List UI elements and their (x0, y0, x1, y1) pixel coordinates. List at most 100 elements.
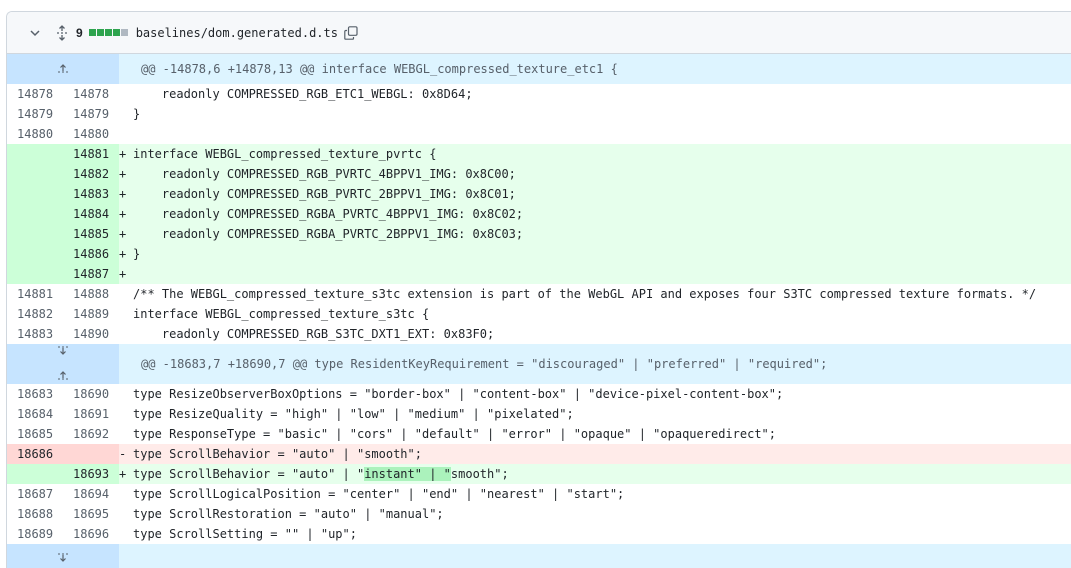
file-path[interactable]: baselines/dom.generated.d.ts (136, 26, 338, 40)
collapse-chevron-icon[interactable] (26, 24, 44, 42)
new-line-number[interactable]: 14888 (63, 284, 119, 304)
old-line-number[interactable] (7, 264, 63, 284)
diff-line-added: 14886 +} (7, 244, 1071, 264)
code-text: type ScrollBehavior = "auto" | "smooth"; (133, 447, 422, 461)
code-text: readonly COMPRESSED_RGB_PVRTC_2BPPV1_IMG… (133, 187, 516, 201)
new-line-number[interactable]: 18690 (63, 384, 119, 404)
diff-table: @@ -14878,6 +14878,13 @@ interface WEBGL… (7, 54, 1071, 568)
diff-line-context: 14879 14879 } (7, 104, 1071, 124)
old-line-number[interactable]: 18683 (7, 384, 63, 404)
new-line-number[interactable]: 14881 (63, 144, 119, 164)
new-line-number[interactable]: 14879 (63, 104, 119, 124)
diff-marker: + (119, 247, 127, 261)
diffstat-bar (88, 29, 128, 36)
code-text: /** The WEBGL_compressed_texture_s3tc ex… (133, 287, 1037, 301)
old-line-number[interactable]: 18689 (7, 524, 63, 544)
code-text: readonly COMPRESSED_RGB_ETC1_WEBGL: 0x8D… (133, 87, 473, 101)
old-line-number[interactable] (7, 244, 63, 264)
code-text: type ResizeQuality = "high" | "low" | "m… (133, 407, 574, 421)
code-text: readonly COMPRESSED_RGBA_PVRTC_4BPPV1_IM… (133, 207, 524, 221)
code-text: readonly COMPRESSED_RGB_PVRTC_4BPPV1_IMG… (133, 167, 516, 181)
new-line-number[interactable]: 18692 (63, 424, 119, 444)
diff-marker (119, 324, 133, 344)
new-line-number[interactable]: 14885 (63, 224, 119, 244)
diff-line-deleted: 18686 - type ScrollBehavior = "auto" | "sm… (7, 444, 1071, 464)
expand-down-button[interactable] (7, 544, 119, 568)
old-line-number[interactable] (7, 464, 63, 484)
diff-line-context: 14882 14889 interface WEBGL_compressed_te… (7, 304, 1071, 324)
new-line-number[interactable]: 18695 (63, 504, 119, 524)
diff-line-added: 14884 + readonly COMPRESSED_RGBA_PVRTC_4B… (7, 204, 1071, 224)
diff-line-added: 14885 + readonly COMPRESSED_RGBA_PVRTC_2B… (7, 224, 1071, 244)
diff-marker (119, 84, 133, 104)
new-line-number[interactable]: 18693 (63, 464, 119, 484)
code-text: interface WEBGL_compressed_texture_pvrtc… (133, 147, 437, 161)
new-line-number[interactable]: 14878 (63, 84, 119, 104)
old-line-number[interactable]: 18687 (7, 484, 63, 504)
old-line-number[interactable] (7, 224, 63, 244)
new-line-number[interactable]: 14883 (63, 184, 119, 204)
code-text: readonly COMPRESSED_RGBA_PVRTC_2BPPV1_IM… (133, 227, 524, 241)
file-header: 9 baselines/dom.generated.d.ts (7, 12, 1071, 54)
hunk-header: @@ -14878,6 +14878,13 @@ interface WEBGL… (7, 54, 1071, 84)
diff-marker: + (119, 167, 127, 181)
diff-line-added: 18693 + type ScrollBehavior = "auto" | "in… (7, 464, 1071, 484)
old-line-number[interactable]: 18688 (7, 504, 63, 524)
new-line-number[interactable]: 18694 (63, 484, 119, 504)
expand-up-icon[interactable] (57, 59, 69, 79)
new-line-number[interactable]: 14880 (63, 124, 119, 144)
diff-line-added: 14881 + interface WEBGL_compressed_texture… (7, 144, 1071, 164)
old-line-number[interactable] (7, 144, 63, 164)
diff-marker: + (119, 147, 127, 161)
expand-up-button[interactable] (7, 54, 119, 84)
diff-marker (119, 524, 133, 544)
expand-down-icon[interactable] (57, 344, 69, 362)
expand-all-icon[interactable] (54, 24, 70, 42)
old-line-number[interactable] (7, 164, 63, 184)
expand-both-button[interactable] (7, 344, 119, 384)
old-line-number[interactable]: 14878 (7, 84, 63, 104)
new-line-number[interactable]: 14882 (63, 164, 119, 184)
code-text: type ScrollLogicalPosition = "center" | … (133, 487, 625, 501)
old-line-number[interactable]: 18684 (7, 404, 63, 424)
diff-marker: - (119, 447, 127, 461)
new-line-number[interactable]: 14886 (63, 244, 119, 264)
new-line-number[interactable]: 14887 (63, 264, 119, 284)
old-line-number[interactable] (7, 204, 63, 224)
expand-up-icon[interactable] (57, 366, 69, 384)
old-line-number[interactable]: 14880 (7, 124, 63, 144)
code-text: type ScrollSetting = "" | "up"; (133, 527, 357, 541)
new-line-number[interactable]: 14884 (63, 204, 119, 224)
new-line-number[interactable]: 18691 (63, 404, 119, 424)
diff-line-context: 18683 18690 type ResizeObserverBoxOptions… (7, 384, 1071, 404)
diff-marker: + (119, 187, 127, 201)
diff-marker (119, 424, 133, 444)
old-line-number[interactable]: 18686 (7, 444, 63, 464)
diff-line-added: 14883 + readonly COMPRESSED_RGB_PVRTC_2BP… (7, 184, 1071, 204)
old-line-number[interactable]: 14882 (7, 304, 63, 324)
new-line-number[interactable]: 14889 (63, 304, 119, 324)
code-text: } (133, 107, 141, 121)
code-text: type ScrollBehavior = "auto" | " (133, 467, 365, 481)
expand-down-icon[interactable] (57, 549, 69, 568)
diffstat-block-add (104, 29, 112, 36)
diff-marker (119, 304, 133, 324)
diff-line-context: 18687 18694 type ScrollLogicalPosition = … (7, 484, 1071, 504)
old-line-number[interactable] (7, 184, 63, 204)
copy-icon[interactable] (343, 25, 359, 41)
code-text: interface WEBGL_compressed_texture_s3tc … (133, 307, 430, 321)
new-line-number[interactable] (63, 444, 119, 464)
diff-line-added: 14882 + readonly COMPRESSED_RGB_PVRTC_4BP… (7, 164, 1071, 184)
diff-line-context: 18688 18695 type ScrollRestoration = "aut… (7, 504, 1071, 524)
old-line-number[interactable]: 14883 (7, 324, 63, 344)
old-line-number[interactable]: 18685 (7, 424, 63, 444)
new-line-number[interactable]: 18696 (63, 524, 119, 544)
old-line-number[interactable]: 14879 (7, 104, 63, 124)
old-line-number[interactable]: 14881 (7, 284, 63, 304)
diff-line-context: 14880 14880 (7, 124, 1071, 144)
diff-marker (119, 404, 133, 424)
code-text: type ScrollRestoration = "auto" | "manua… (133, 507, 444, 521)
diff-file: 9 baselines/dom.generated.d.ts @@ -14878… (6, 11, 1071, 568)
new-line-number[interactable]: 14890 (63, 324, 119, 344)
hunk-header: @@ -18683,7 +18690,7 @@ type ResidentKey… (7, 344, 1071, 384)
